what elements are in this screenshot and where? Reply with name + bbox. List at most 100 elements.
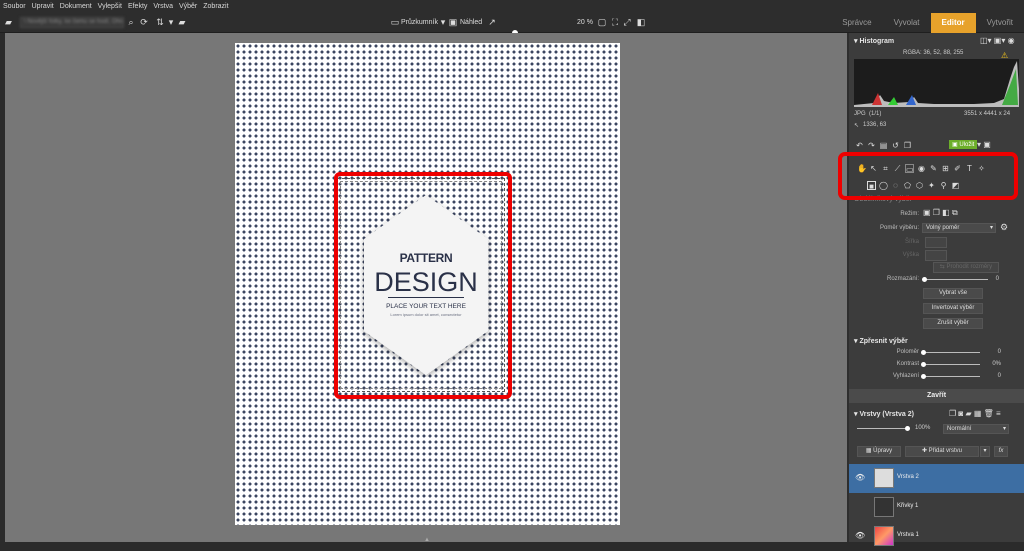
layer-item[interactable]: 👁 Vrstva 1 <box>849 522 1024 551</box>
menu-efekty[interactable]: Efekty <box>128 3 147 10</box>
height-label: Výška <box>902 252 919 258</box>
save-options-icon[interactable]: ▾ ▣ <box>977 140 991 149</box>
menu-soubor[interactable]: Soubor <box>3 3 26 10</box>
chevron-down-icon[interactable]: ▾ <box>166 17 176 28</box>
radius-slider-knob[interactable] <box>921 350 926 355</box>
tab-vytvorit[interactable]: Vytvořit <box>976 13 1024 33</box>
undo-icon[interactable]: ↶ <box>855 141 864 150</box>
opacity-slider[interactable] <box>857 428 909 429</box>
smooth-label: Vyhlazení <box>892 373 919 379</box>
chevron-down-icon: ▾ <box>983 448 987 454</box>
histogram-options-icon[interactable]: ◫▾ ▣▾ ◉ <box>980 36 1015 45</box>
contrast-value: 0% <box>992 361 1001 367</box>
tab-spravce[interactable]: Správce <box>831 13 882 33</box>
width-field[interactable] <box>925 237 947 248</box>
contrast-slider[interactable] <box>924 364 980 365</box>
redo-icon[interactable]: ↷ <box>867 141 876 150</box>
menu-vrstva[interactable]: Vrstva <box>153 3 173 10</box>
chevron-up-icon[interactable]: ▲ <box>424 537 430 543</box>
copy-icon[interactable]: ❐ <box>903 141 912 150</box>
adjust-button[interactable]: ▦ Úpravy <box>857 446 901 457</box>
reset-icon[interactable]: ↺ <box>891 141 900 150</box>
history-icon[interactable]: ▤ <box>879 141 888 150</box>
add-layer-button[interactable]: ✚ Přidat vrstvu <box>905 446 979 457</box>
height-field[interactable] <box>925 250 947 261</box>
layers-header[interactable]: ▾ Vrstvy (Vrstva 2) <box>854 410 914 418</box>
gear-icon[interactable]: ⚙ <box>1000 222 1008 233</box>
add-layer-options[interactable]: ▾ <box>980 446 990 457</box>
folder-icon[interactable]: ▰ <box>5 18 15 27</box>
fit-icon[interactable]: ⛶ <box>610 17 620 28</box>
opacity-slider-knob[interactable] <box>905 426 910 431</box>
layers-title: Vrstvy (Vrstva 2) <box>859 411 914 418</box>
swap-icon: ⇆ <box>939 264 947 270</box>
blend-mode-dropdown[interactable]: Normální ▾ <box>943 424 1009 434</box>
menu-upravit[interactable]: Upravit <box>32 3 54 10</box>
layer-item[interactable]: 👁 Vrstva 2 <box>849 464 1024 493</box>
highlight-selection <box>334 172 512 399</box>
refresh-icon[interactable]: ⟳ <box>139 17 149 28</box>
plus-icon: ✚ <box>921 448 929 454</box>
explorer-icon[interactable]: ▭ <box>390 17 400 28</box>
ratio-label: Poměr výběru: <box>879 225 919 231</box>
histogram-header[interactable]: ▾ Histogram <box>854 37 894 45</box>
fullscreen-icon[interactable]: ⤢ <box>622 17 632 28</box>
external-icon[interactable]: ↗ <box>487 17 497 28</box>
preview-label[interactable]: Náhled <box>460 17 482 28</box>
smooth-slider[interactable] <box>924 376 980 377</box>
layer-actions-icons[interactable]: ❐ ◙ ▰ ▦ 🗑 ≡ <box>949 409 1001 418</box>
refine-title: Zpřesnit výběr <box>859 338 908 345</box>
add-layer-label: Přidat vrstvu <box>928 448 963 454</box>
radius-slider[interactable] <box>924 352 980 353</box>
contrast-slider-knob[interactable] <box>921 362 926 367</box>
path-field[interactable]: \ Novější fotky, ke čemu se hodí, Ohrady <box>20 17 124 28</box>
search-icon[interactable]: ⌕ <box>126 17 136 28</box>
chevron-down-icon[interactable]: ▾ <box>438 17 448 28</box>
ratio-dropdown[interactable]: Volný poměr ▾ <box>922 223 996 233</box>
mode-tabs: Správce Vyvolat Editor Vytvořit <box>831 13 1024 33</box>
blur-slider-knob[interactable] <box>922 277 927 282</box>
histogram-graph <box>854 59 1019 107</box>
eye-icon[interactable]: 👁 <box>855 531 865 540</box>
blend-mode-value: Normální <box>947 426 972 432</box>
file-index: (1/1) <box>869 111 882 117</box>
image-dimensions: 3551 x 4441 x 24 <box>964 111 1011 117</box>
layer-thumbnail <box>874 468 894 488</box>
compare-icon[interactable]: ◧ <box>636 17 646 28</box>
tab-editor[interactable]: Editor <box>930 13 976 33</box>
menu-vyber[interactable]: Výběr <box>179 3 197 10</box>
layer-item[interactable]: Křivky 1 <box>849 493 1024 522</box>
explorer-label[interactable]: Průzkumník <box>401 17 438 28</box>
rgba-readout: RGBA: 36, 52, 88, 255 <box>903 50 964 56</box>
layer-thumbnail <box>874 526 894 546</box>
menu-vylepsit[interactable]: Vylepšit <box>98 3 122 10</box>
curves-thumbnail <box>874 497 894 517</box>
close-button[interactable]: Zavřít <box>849 389 1024 403</box>
eye-icon[interactable]: 👁 <box>855 473 865 482</box>
menu-zobrazit[interactable]: Zobrazit <box>203 3 228 10</box>
smooth-value: 0 <box>997 373 1001 379</box>
switch-sizes-button[interactable]: ⇆ Prohodit rozměry <box>933 262 999 273</box>
tab-vyvolat[interactable]: Vyvolat <box>883 13 931 33</box>
fx-button[interactable]: fx <box>994 446 1008 457</box>
one-to-one-icon[interactable]: ▢ <box>597 17 607 28</box>
refine-header[interactable]: ▾ Zpřesnit výběr <box>854 337 908 345</box>
select-all-button[interactable]: Vybrat vše <box>923 288 983 299</box>
preview-icon[interactable]: ▣ <box>448 17 458 28</box>
layer-name: Křivky 1 <box>897 503 919 509</box>
mode-label: Režim: <box>900 211 919 217</box>
radius-label: Poloměr <box>896 349 919 355</box>
mode-buttons[interactable]: ▣ ❐ ◧ ⧉ <box>923 208 958 218</box>
smooth-slider-knob[interactable] <box>921 374 926 379</box>
histogram-curves <box>854 61 1019 107</box>
invert-selection-button[interactable]: Invertovat výběr <box>923 303 983 314</box>
radius-value: 0 <box>997 349 1001 355</box>
layer-name: Vrstva 2 <box>897 474 919 480</box>
new-folder-icon[interactable]: ▰ <box>177 17 187 28</box>
sort-icon[interactable]: ⇅ <box>155 17 165 28</box>
cancel-selection-button[interactable]: Zrušit výběr <box>923 318 983 329</box>
ratio-value: Volný poměr <box>926 225 960 231</box>
save-button[interactable]: ▣ Uložit <box>949 140 978 149</box>
highlight-tools <box>838 152 1018 200</box>
menu-dokument[interactable]: Dokument <box>60 3 92 10</box>
